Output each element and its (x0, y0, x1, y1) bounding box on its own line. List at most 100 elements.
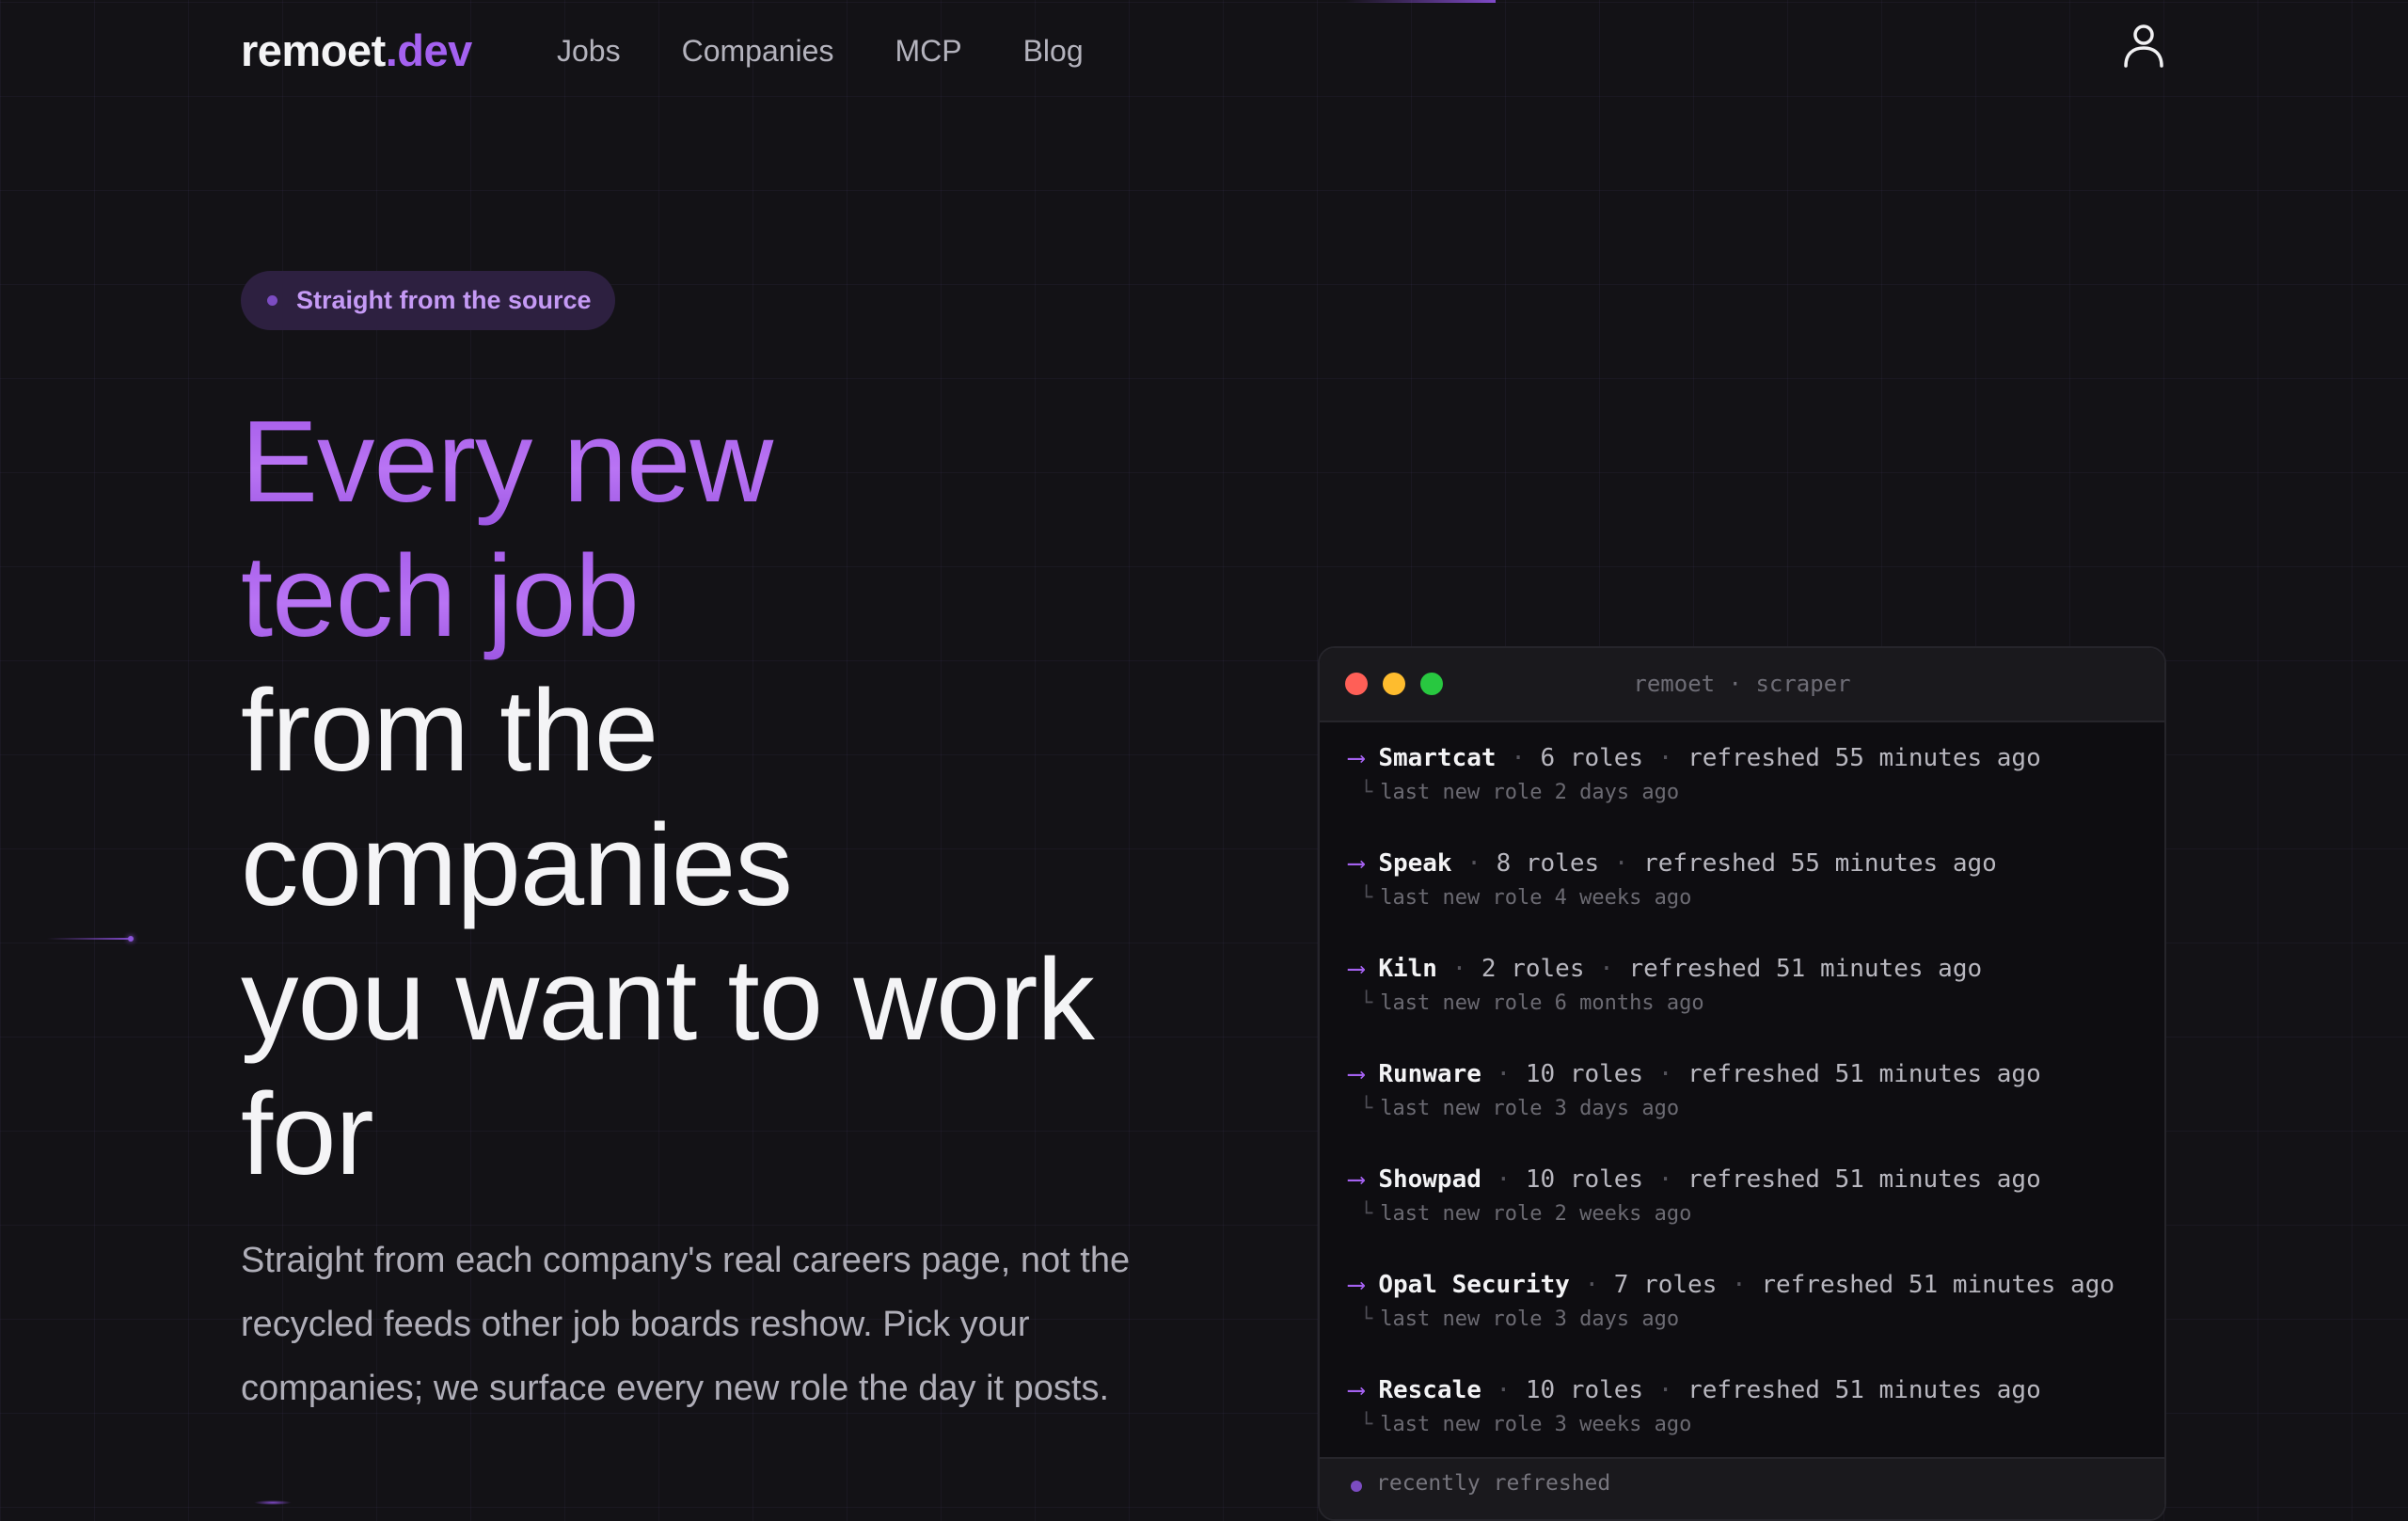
terminal-status: recently refreshed (1376, 1471, 1611, 1496)
company-name: Kiln (1378, 955, 1437, 983)
tree-elbow-icon: └ (1360, 1202, 1373, 1226)
role-count: 10 roles (1525, 1376, 1644, 1404)
entry-line: ⟶ Smartcat · 6 roles · refreshed 55 minu… (1349, 741, 2164, 775)
role-count: 2 roles (1481, 955, 1585, 983)
tree-elbow-icon: └ (1360, 1307, 1373, 1331)
tree-elbow-icon: └ (1360, 886, 1373, 910)
arrow-icon: ⟶ (1349, 849, 1364, 878)
arrow-icon: ⟶ (1349, 1165, 1364, 1194)
refreshed-time: refreshed 51 minutes ago (1687, 1060, 2041, 1088)
last-new-role: last new role 3 weeks ago (1380, 1413, 1692, 1436)
separator: · (1511, 744, 1526, 772)
last-new-role: last new role 4 weeks ago (1380, 886, 1692, 910)
tree-elbow-icon: └ (1360, 1413, 1373, 1436)
company-name: Smartcat (1378, 744, 1497, 772)
entry-subline: └ last new role 3 weeks ago (1349, 1411, 2164, 1439)
account-button[interactable] (2122, 23, 2165, 70)
company-entry[interactable]: ⟶ Smartcat · 6 roles · refreshed 55 minu… (1349, 741, 2164, 847)
glow-streak (47, 936, 134, 942)
hero-headline: Every new tech job from the companies yo… (241, 395, 1095, 1202)
nav-link-jobs[interactable]: Jobs (557, 34, 621, 69)
headline-line: companies (241, 801, 793, 930)
tree-elbow-icon: └ (1360, 991, 1373, 1015)
hero-subtext: Straight from each company's real career… (241, 1241, 1131, 1408)
user-icon (2124, 24, 2163, 68)
separator: · (1466, 849, 1481, 878)
entry-line: ⟶ Speak · 8 roles · refreshed 55 minutes… (1349, 847, 2164, 880)
separator: · (1496, 1165, 1512, 1194)
site-logo[interactable]: remoet .dev (241, 24, 472, 76)
nav-link-mcp[interactable]: MCP (895, 34, 961, 69)
scraper-terminal: remoet · scraper ⟶ Smartcat · 6 roles · … (1318, 646, 2166, 1521)
entry-subline: └ last new role 2 days ago (1349, 779, 2164, 807)
company-name: Showpad (1378, 1165, 1481, 1194)
nav-link-companies[interactable]: Companies (682, 34, 834, 69)
badge-label: Straight from the source (296, 286, 592, 314)
source-badge: Straight from the source (241, 271, 615, 330)
refreshed-time: refreshed 51 minutes ago (1687, 1165, 2041, 1194)
entry-subline: └ last new role 2 weeks ago (1349, 1200, 2164, 1228)
entry-line: ⟶ Showpad · 10 roles · refreshed 51 minu… (1349, 1163, 2164, 1196)
refreshed-time: refreshed 55 minutes ago (1687, 744, 2041, 772)
arrow-icon: ⟶ (1349, 744, 1364, 772)
terminal-footer: recently refreshed (1320, 1457, 2164, 1519)
last-new-role: last new role 3 days ago (1380, 1307, 1680, 1331)
arrow-icon: ⟶ (1349, 1271, 1364, 1299)
badge-dot-icon (267, 295, 277, 306)
role-count: 10 roles (1525, 1165, 1644, 1194)
role-count: 8 roles (1496, 849, 1600, 878)
separator: · (1657, 1165, 1673, 1194)
separator: · (1496, 1376, 1512, 1404)
tree-elbow-icon: └ (1360, 1097, 1373, 1120)
arrow-icon: ⟶ (1349, 955, 1364, 983)
role-count: 6 roles (1540, 744, 1644, 772)
company-entry[interactable]: ⟶ Opal Security · 7 roles · refreshed 51… (1349, 1268, 2164, 1373)
terminal-log: ⟶ Smartcat · 6 roles · refreshed 55 minu… (1320, 721, 2164, 1445)
refreshed-time: refreshed 51 minutes ago (1761, 1271, 2115, 1299)
refreshed-time: refreshed 55 minutes ago (1643, 849, 1997, 878)
separator: · (1657, 1060, 1673, 1088)
headline-line: Every new (241, 395, 1094, 530)
entry-subline: └ last new role 3 days ago (1349, 1095, 2164, 1123)
terminal-title: remoet · scraper (1633, 671, 1851, 697)
top-nav: remoet .dev Jobs Companies MCP Blog (0, 0, 2408, 103)
separator: · (1657, 744, 1673, 772)
separator: · (1584, 1271, 1600, 1299)
last-new-role: last new role 2 days ago (1380, 781, 1680, 804)
separator: · (1451, 955, 1467, 983)
last-new-role: last new role 6 months ago (1380, 991, 1704, 1015)
separator: · (1599, 955, 1614, 983)
company-entry[interactable]: ⟶ Kiln · 2 roles · refreshed 51 minutes … (1349, 952, 2164, 1057)
tree-elbow-icon: └ (1360, 781, 1373, 804)
company-entry[interactable]: ⟶ Runware · 10 roles · refreshed 51 minu… (1349, 1057, 2164, 1163)
nav-links: Jobs Companies MCP Blog (557, 34, 1084, 69)
company-entry[interactable]: ⟶ Speak · 8 roles · refreshed 55 minutes… (1349, 847, 2164, 952)
status-dot-icon (1351, 1481, 1362, 1492)
company-name: Speak (1378, 849, 1452, 878)
terminal-titlebar: remoet · scraper (1320, 648, 2164, 722)
refreshed-time: refreshed 51 minutes ago (1687, 1376, 2041, 1404)
refreshed-time: refreshed 51 minutes ago (1628, 955, 1983, 983)
company-name: Rescale (1378, 1376, 1481, 1404)
role-count: 7 roles (1613, 1271, 1718, 1299)
entry-subline: └ last new role 4 weeks ago (1349, 884, 2164, 912)
company-name: Opal Security (1378, 1271, 1570, 1299)
entry-subline: └ last new role 6 months ago (1349, 990, 2164, 1018)
entry-line: ⟶ Opal Security · 7 roles · refreshed 51… (1349, 1268, 2164, 1302)
company-entry[interactable]: ⟶ Showpad · 10 roles · refreshed 51 minu… (1349, 1163, 2164, 1268)
last-new-role: last new role 2 weeks ago (1380, 1202, 1692, 1226)
entry-line: ⟶ Runware · 10 roles · refreshed 51 minu… (1349, 1057, 2164, 1091)
role-count: 10 roles (1525, 1060, 1644, 1088)
headline-line: for (241, 1070, 374, 1199)
separator: · (1732, 1271, 1747, 1299)
logo-tld: .dev (385, 25, 473, 75)
arrow-icon: ⟶ (1349, 1376, 1364, 1404)
nav-link-blog[interactable]: Blog (1023, 34, 1084, 69)
arrow-icon: ⟶ (1349, 1060, 1364, 1088)
headline-line: tech job (241, 530, 1094, 664)
entry-line: ⟶ Kiln · 2 roles · refreshed 51 minutes … (1349, 952, 2164, 986)
glow-streak (254, 1500, 292, 1505)
headline-line: you want to work (241, 936, 1095, 1065)
logo-name: remoet (241, 25, 386, 75)
company-name: Runware (1378, 1060, 1481, 1088)
